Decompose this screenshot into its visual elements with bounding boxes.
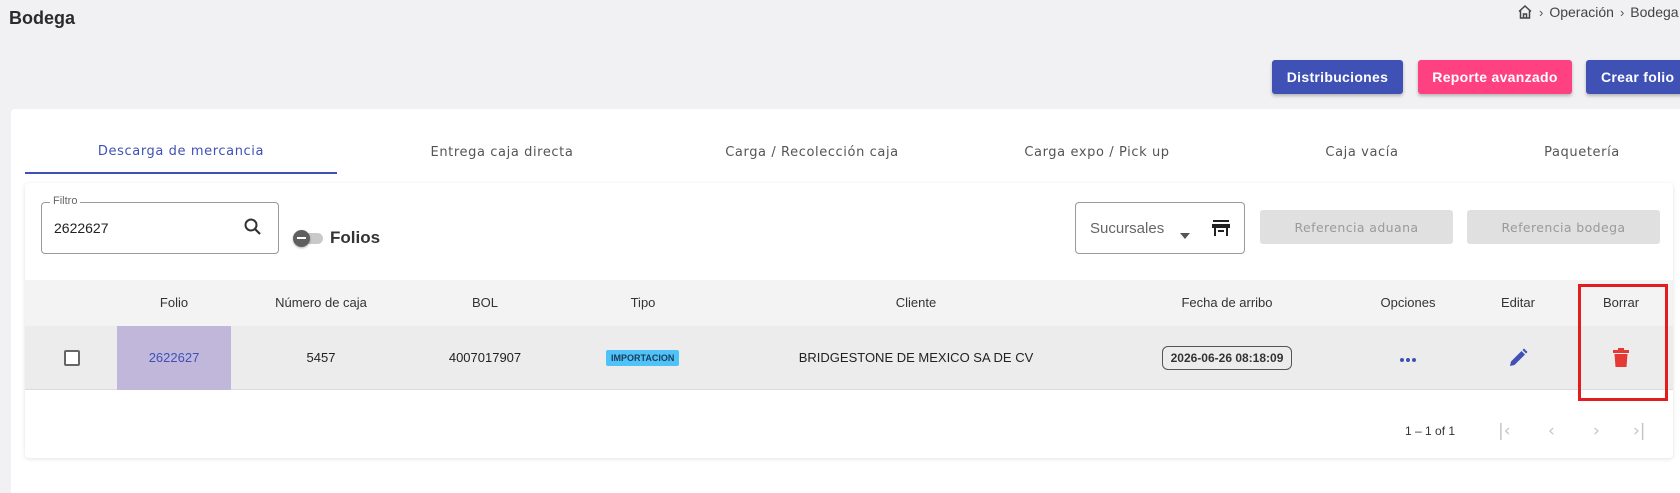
breadcrumb: › Operación › Bodega: [1517, 4, 1679, 20]
folios-toggle-label: Folios: [330, 228, 381, 247]
column-fecha-arribo: Fecha de arribo: [1181, 295, 1273, 310]
folios-toggle[interactable]: [293, 230, 327, 247]
referencia-bodega-button[interactable]: Referencia bodega: [1467, 210, 1660, 244]
chevron-right-icon: ›: [1619, 4, 1625, 20]
sucursales-value[interactable]: Sucursales: [1090, 220, 1164, 237]
tab-carga-recoleccion-caja[interactable]: Carga / Recolección caja: [667, 130, 957, 174]
column-folio: Folio: [159, 295, 189, 310]
pagination-range: 1 – 1 of 1: [1405, 424, 1456, 438]
numero-caja-cell: 5457: [306, 350, 336, 365]
filter-label: Filtro: [50, 195, 81, 207]
folio-link[interactable]: 2622627: [149, 350, 200, 365]
column-cliente: Cliente: [895, 295, 937, 310]
page-title: Bodega: [9, 8, 76, 28]
store-icon[interactable]: [1211, 219, 1231, 242]
pencil-icon[interactable]: [1508, 348, 1528, 373]
tab-paqueteria[interactable]: Paquetería: [1487, 130, 1677, 174]
column-tipo: Tipo: [630, 295, 656, 310]
more-horiz-icon[interactable]: [1399, 350, 1417, 368]
breadcrumb-item-operacion[interactable]: Operación: [1549, 4, 1614, 20]
tab-entrega-caja-directa[interactable]: Entrega caja directa: [337, 130, 667, 174]
toggle-knob: [293, 230, 310, 247]
tab-bar: Descarga de mercancia Entrega caja direc…: [25, 130, 1680, 174]
next-page-icon[interactable]: ›: [1593, 421, 1600, 441]
column-numero-caja: Número de caja: [275, 295, 367, 310]
tab-carga-expo-pick-up[interactable]: Carga expo / Pick up: [957, 130, 1237, 174]
row-checkbox[interactable]: [64, 350, 80, 366]
column-opciones: Opciones: [1380, 295, 1436, 310]
last-page-icon[interactable]: ›|: [1633, 421, 1646, 441]
reporte-avanzado-button[interactable]: Reporte avanzado: [1418, 60, 1572, 94]
crear-folio-button[interactable]: Crear folio: [1586, 60, 1680, 94]
breadcrumb-item-bodega: Bodega: [1630, 4, 1679, 20]
distribuciones-button[interactable]: Distribuciones: [1272, 60, 1403, 94]
fecha-arribo-badge: 2026-06-26 08:18:09: [1162, 346, 1292, 370]
previous-page-icon[interactable]: ‹: [1548, 421, 1555, 441]
caret-down-icon[interactable]: [1180, 226, 1190, 244]
filter-value[interactable]: 2622627: [54, 220, 109, 236]
tab-descarga-mercancia[interactable]: Descarga de mercancia: [25, 130, 337, 174]
borrar-highlight-box: [1578, 284, 1668, 401]
tipo-badge: IMPORTACION: [606, 350, 680, 366]
home-icon[interactable]: [1517, 4, 1533, 20]
column-bol: BOL: [471, 295, 499, 310]
chevron-right-icon: ›: [1539, 4, 1544, 20]
bol-cell: 4007017907: [448, 350, 522, 365]
cliente-cell: BRIDGESTONE DE MEXICO SA DE CV: [798, 350, 1034, 365]
search-icon[interactable]: [243, 217, 263, 242]
column-editar: Editar: [1501, 295, 1535, 310]
referencia-aduana-button[interactable]: Referencia aduana: [1260, 210, 1453, 244]
tab-caja-vacia[interactable]: Caja vacía: [1237, 130, 1487, 174]
first-page-icon[interactable]: |‹: [1498, 421, 1511, 441]
